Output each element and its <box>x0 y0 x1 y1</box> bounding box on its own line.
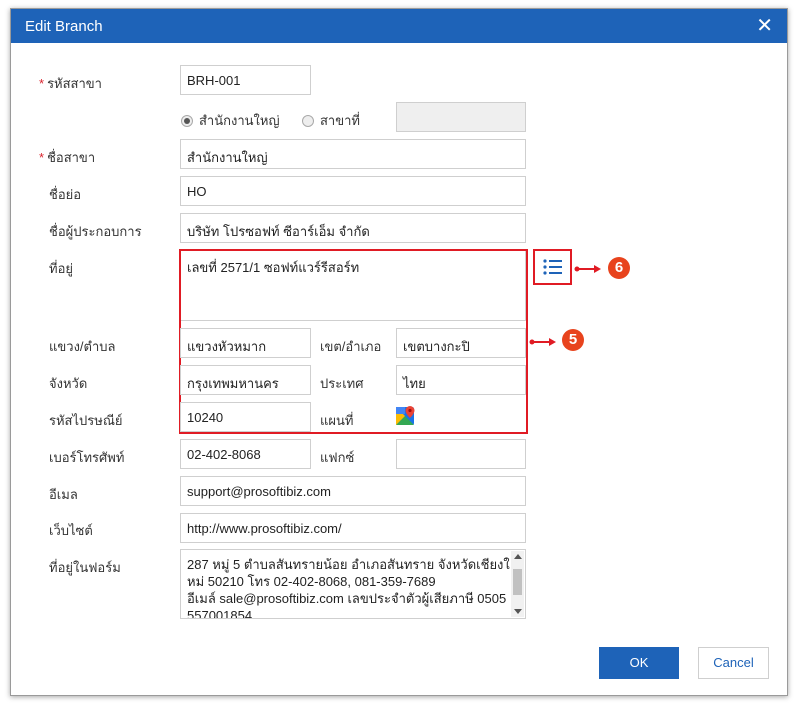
form-address-textarea[interactable]: 287 หมู่ 5 ตำบลสันทรายน้อย อำเภอสันทราย … <box>180 549 526 619</box>
subdistrict-label: แขวง/ตำบล <box>49 339 116 354</box>
branch-name-input[interactable]: สำนักงานใหญ่ <box>180 139 526 169</box>
branch-name-label: * ชื่อสาขา <box>39 147 95 168</box>
annotation-badge-5: 5 <box>562 329 584 351</box>
scroll-up-icon[interactable] <box>514 554 522 559</box>
website-label: เว็บไซต์ <box>49 523 93 538</box>
annotation-badge-6: 6 <box>608 257 630 279</box>
postal-code-label: รหัสไปรษณีย์ <box>49 413 123 428</box>
map-label: แผนที่ <box>320 413 354 428</box>
branch-number-input[interactable] <box>396 102 526 132</box>
form-address-line: 557001854 <box>187 608 253 619</box>
radio-branch-no-label: สาขาที่ <box>320 113 360 128</box>
close-icon[interactable]: ✕ <box>756 15 773 37</box>
province-label: จังหวัด <box>49 376 88 391</box>
short-name-input[interactable]: HO <box>180 176 526 206</box>
ok-button[interactable]: OK <box>599 647 679 679</box>
radio-head-office-dot[interactable] <box>181 114 193 127</box>
email-label: อีเมล <box>49 487 78 502</box>
radio-branch-no-dot[interactable] <box>302 114 314 127</box>
email-input[interactable]: support@prosoftibiz.com <box>180 476 526 506</box>
fax-label: แฟกซ์ <box>320 450 355 465</box>
edit-branch-dialog: Edit Branch ✕ * รหัสสาขา BRH-001 สำนักงาน… <box>10 8 788 696</box>
address-list-icon[interactable] <box>542 258 564 276</box>
radio-head-office[interactable]: สำนักงานใหญ่ <box>181 110 280 131</box>
phone-label: เบอร์โทรศัพท์ <box>49 450 125 465</box>
form-address-scrollbar[interactable] <box>511 551 524 617</box>
radio-head-office-label: สำนักงานใหญ่ <box>199 113 280 128</box>
branch-code-label: * รหัสสาขา <box>39 73 102 94</box>
radio-branch-no[interactable]: สาขาที่ <box>302 110 360 131</box>
annotation-arrow-6 <box>574 262 602 273</box>
short-name-label: ชื่อย่อ <box>49 187 82 202</box>
form-address-line: 287 หมู่ 5 ตำบลสันทรายน้อย อำเภอสันทราย … <box>187 557 510 572</box>
branch-code-input[interactable]: BRH-001 <box>180 65 311 95</box>
operator-name-input[interactable]: บริษัท โปรซอฟท์ ซีอาร์เอ็ม จำกัด <box>180 213 526 243</box>
scroll-down-icon[interactable] <box>514 609 522 614</box>
dialog-title: Edit Branch <box>25 18 103 35</box>
postal-code-input[interactable]: 10240 <box>180 402 311 432</box>
fax-input[interactable] <box>396 439 526 469</box>
address-label: ที่อยู่ <box>49 261 73 276</box>
required-mark: * <box>39 150 45 165</box>
province-input[interactable]: กรุงเทพมหานคร <box>180 365 311 395</box>
district-input[interactable]: เขตบางกะปิ <box>396 328 526 358</box>
form-address-line: หม่ 50210 โทร 02-402-8068, 081-359-7689 <box>187 574 436 589</box>
cancel-button[interactable]: Cancel <box>698 647 769 679</box>
branch-name-label-text: ชื่อสาขา <box>47 150 96 165</box>
dialog-titlebar: Edit Branch ✕ <box>11 9 787 43</box>
google-maps-icon[interactable] <box>395 405 417 427</box>
annotation-arrow-5 <box>529 335 557 346</box>
scroll-thumb[interactable] <box>513 569 522 595</box>
form-address-line: อีเมล์ sale@prosoftibiz.com เลขประจำตัวผ… <box>187 591 507 606</box>
subdistrict-input[interactable]: แขวงหัวหมาก <box>180 328 311 358</box>
required-mark: * <box>39 76 45 91</box>
country-label: ประเทศ <box>320 376 364 391</box>
website-input[interactable]: http://www.prosoftibiz.com/ <box>180 513 526 543</box>
district-label: เขต/อำเภอ <box>320 339 382 354</box>
operator-name-label: ชื่อผู้ประกอบการ <box>49 224 142 239</box>
country-input[interactable]: ไทย <box>396 365 526 395</box>
phone-input[interactable]: 02-402-8068 <box>180 439 311 469</box>
branch-code-label-text: รหัสสาขา <box>47 76 102 91</box>
form-address-label: ที่อยู่ในฟอร์ม <box>49 560 121 575</box>
